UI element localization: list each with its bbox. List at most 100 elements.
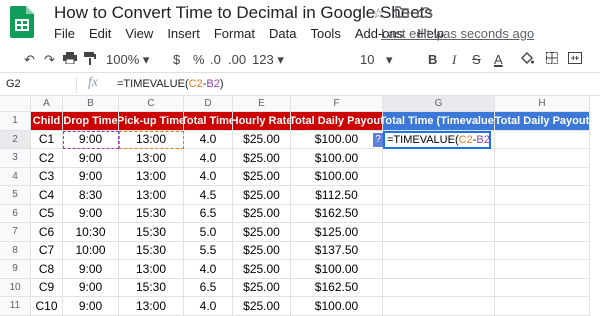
menu-edit[interactable]: Edit bbox=[89, 26, 111, 41]
table-cell[interactable] bbox=[383, 149, 495, 168]
increase-decimal-button[interactable]: .00 bbox=[228, 52, 246, 67]
table-cell[interactable] bbox=[383, 167, 495, 186]
column-header-b[interactable]: B bbox=[63, 96, 119, 112]
table-cell[interactable]: $100.00 bbox=[291, 297, 383, 316]
row-header-10[interactable]: 10 bbox=[0, 278, 31, 297]
table-cell[interactable]: 9:00 bbox=[63, 167, 119, 186]
column-header-c[interactable]: C bbox=[119, 96, 184, 112]
column-header-g[interactable]: G bbox=[383, 96, 495, 112]
row-header-4[interactable]: 4 bbox=[0, 167, 31, 186]
table-cell[interactable]: 13:00 bbox=[119, 149, 184, 168]
table-cell[interactable]: 9:00 bbox=[63, 130, 119, 149]
table-cell[interactable]: 5.5 bbox=[184, 241, 233, 260]
header-cell-h[interactable]: Total Daily Payout bbox=[495, 112, 590, 131]
table-cell[interactable]: 6.5 bbox=[184, 204, 233, 223]
table-cell[interactable]: 9:00 bbox=[63, 297, 119, 316]
menu-insert[interactable]: Insert bbox=[167, 26, 200, 41]
table-cell[interactable]: C3 bbox=[31, 167, 63, 186]
redo-icon[interactable]: ↷ bbox=[44, 52, 55, 68]
table-cell[interactable]: 15:30 bbox=[119, 223, 184, 242]
table-cell[interactable] bbox=[495, 167, 590, 186]
table-cell[interactable] bbox=[495, 241, 590, 260]
cloud-status-icon[interactable] bbox=[417, 5, 433, 21]
table-cell[interactable]: $137.50 bbox=[291, 241, 383, 260]
table-cell[interactable]: C2 bbox=[31, 149, 63, 168]
menu-file[interactable]: File bbox=[54, 26, 75, 41]
bold-button[interactable]: B bbox=[428, 52, 437, 67]
table-cell[interactable]: $25.00 bbox=[233, 223, 291, 242]
table-cell[interactable]: 9:00 bbox=[63, 278, 119, 297]
table-cell[interactable]: C1 bbox=[31, 130, 63, 149]
table-cell[interactable]: 4.0 bbox=[184, 130, 233, 149]
header-cell-c[interactable]: Pick-up Time bbox=[119, 112, 184, 131]
table-cell[interactable]: C4 bbox=[31, 186, 63, 205]
font-size-dropdown-icon[interactable]: ▾ bbox=[386, 52, 393, 68]
table-cell[interactable]: C7 bbox=[31, 241, 63, 260]
column-header-f[interactable]: F bbox=[291, 96, 383, 112]
table-cell[interactable] bbox=[383, 241, 495, 260]
formula-input[interactable]: =TIMEVALUE(C2-B2) bbox=[117, 78, 224, 90]
table-cell[interactable]: C9 bbox=[31, 278, 63, 297]
table-cell[interactable]: $25.00 bbox=[233, 241, 291, 260]
table-cell[interactable]: $162.50 bbox=[291, 278, 383, 297]
row-header-5[interactable]: 5 bbox=[0, 186, 31, 205]
table-cell[interactable]: $25.00 bbox=[233, 167, 291, 186]
table-cell[interactable]: $25.00 bbox=[233, 278, 291, 297]
table-cell[interactable]: 5.0 bbox=[184, 223, 233, 242]
header-cell-d[interactable]: Total Time bbox=[184, 112, 233, 131]
row-header-11[interactable]: 11 bbox=[0, 297, 31, 316]
select-all-corner[interactable] bbox=[0, 96, 31, 112]
strikethrough-button[interactable]: S bbox=[472, 52, 481, 67]
table-cell[interactable]: 4.0 bbox=[184, 167, 233, 186]
font-size-select[interactable]: 10 bbox=[360, 52, 374, 67]
last-edit-link[interactable]: Last edit was seconds ago bbox=[381, 26, 534, 41]
print-icon[interactable] bbox=[63, 52, 77, 67]
table-cell[interactable]: 4.0 bbox=[184, 149, 233, 168]
menu-data[interactable]: Data bbox=[269, 26, 296, 41]
formula-help-marker[interactable]: ? bbox=[373, 132, 383, 147]
table-cell[interactable]: $100.00 bbox=[291, 260, 383, 279]
borders-icon[interactable] bbox=[546, 52, 558, 67]
sheets-logo-icon[interactable] bbox=[10, 6, 34, 38]
table-cell[interactable]: 4.0 bbox=[184, 297, 233, 316]
table-cell[interactable]: $25.00 bbox=[233, 204, 291, 223]
menu-view[interactable]: View bbox=[125, 26, 153, 41]
column-header-d[interactable]: D bbox=[184, 96, 233, 112]
table-cell[interactable]: $25.00 bbox=[233, 297, 291, 316]
fill-color-icon[interactable] bbox=[520, 52, 534, 68]
row-header-1[interactable]: 1 bbox=[0, 112, 31, 131]
header-cell-b[interactable]: Drop Time bbox=[63, 112, 119, 131]
table-cell[interactable] bbox=[495, 130, 590, 149]
table-cell[interactable]: 4.0 bbox=[184, 260, 233, 279]
table-cell[interactable]: C5 bbox=[31, 204, 63, 223]
row-header-7[interactable]: 7 bbox=[0, 223, 31, 242]
table-cell[interactable]: C10 bbox=[31, 297, 63, 316]
currency-format-button[interactable]: $ bbox=[173, 52, 180, 67]
row-header-8[interactable]: 8 bbox=[0, 241, 31, 260]
table-cell[interactable] bbox=[383, 223, 495, 242]
table-cell[interactable]: $100.00 bbox=[291, 130, 383, 149]
table-cell[interactable]: $162.50 bbox=[291, 204, 383, 223]
table-cell[interactable] bbox=[383, 186, 495, 205]
table-cell[interactable]: 10:30 bbox=[63, 223, 119, 242]
menu-tools[interactable]: Tools bbox=[310, 26, 340, 41]
header-cell-f[interactable]: Total Daily Payout bbox=[291, 112, 383, 131]
table-cell[interactable]: 15:30 bbox=[119, 278, 184, 297]
row-header-3[interactable]: 3 bbox=[0, 149, 31, 168]
table-cell[interactable]: 9:00 bbox=[63, 260, 119, 279]
table-cell[interactable]: $25.00 bbox=[233, 260, 291, 279]
table-cell[interactable] bbox=[383, 260, 495, 279]
star-icon[interactable]: ☆ bbox=[372, 5, 385, 22]
column-header-a[interactable]: A bbox=[31, 96, 63, 112]
table-cell[interactable]: C6 bbox=[31, 223, 63, 242]
table-cell[interactable]: $100.00 bbox=[291, 149, 383, 168]
table-cell[interactable]: $112.50 bbox=[291, 186, 383, 205]
table-cell[interactable]: 4.5 bbox=[184, 186, 233, 205]
table-cell[interactable]: 8:30 bbox=[63, 186, 119, 205]
row-header-6[interactable]: 6 bbox=[0, 204, 31, 223]
menu-format[interactable]: Format bbox=[214, 26, 255, 41]
decrease-decimal-button[interactable]: .0 bbox=[210, 52, 221, 67]
header-cell-g[interactable]: Total Time (Timevalue) bbox=[383, 112, 495, 131]
table-cell[interactable] bbox=[495, 204, 590, 223]
table-cell[interactable] bbox=[495, 260, 590, 279]
